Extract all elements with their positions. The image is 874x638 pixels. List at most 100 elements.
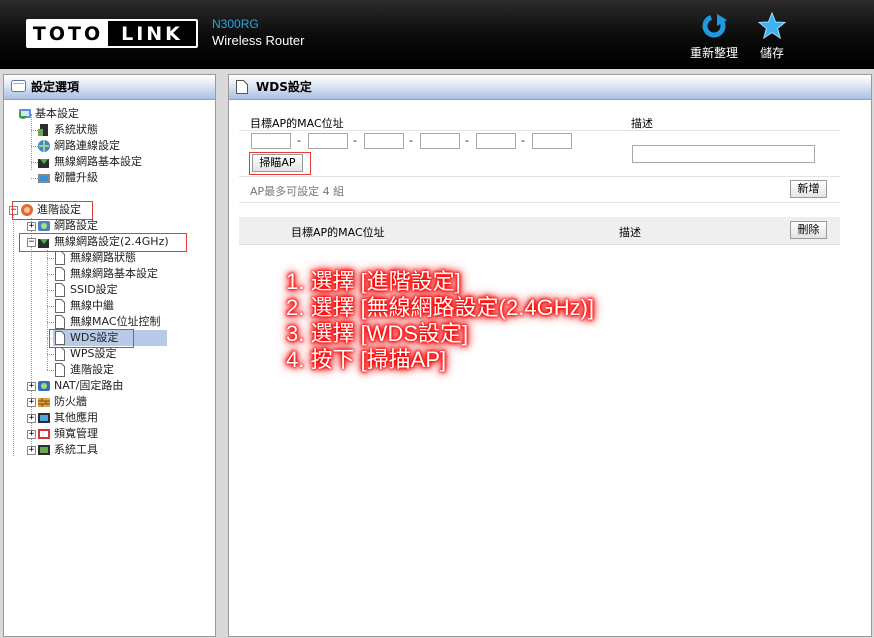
refresh-button[interactable]: 重新整理 — [684, 12, 744, 61]
page-icon — [55, 347, 65, 361]
tree-label: SSID設定 — [70, 283, 118, 296]
tree-label: NAT/固定路由 — [54, 379, 124, 392]
highlight-box-scan — [249, 152, 311, 175]
mac-octet-6[interactable] — [532, 133, 572, 149]
divider — [239, 130, 840, 131]
menu-title-text: 設定選項 — [31, 80, 80, 94]
page-icon — [55, 283, 65, 297]
wds-list-header: 目標AP的MAC位址 描述 刪除 — [239, 217, 840, 245]
tree-item-basic-settings[interactable]: 基本設定 — [18, 106, 79, 122]
menu-panel-title: 設定選項 — [4, 75, 215, 100]
expand-toggle[interactable]: + — [27, 446, 36, 455]
tree-item-internet-setup[interactable]: 網路連線設定 — [37, 138, 120, 154]
tree-label: 頻寬管理 — [54, 427, 98, 440]
mac-octet-5[interactable] — [476, 133, 516, 149]
tree-label: 基本設定 — [35, 107, 79, 120]
page-icon — [55, 251, 65, 265]
panel-title-icon — [11, 80, 26, 92]
tree-item-wps-setup[interactable]: WPS設定 — [53, 346, 117, 362]
tree-item-nat-routing[interactable]: NAT/固定路由 — [37, 378, 123, 394]
network-icon — [38, 221, 50, 231]
wds-title-text: WDS設定 — [256, 80, 312, 94]
description-label: 描述 — [631, 117, 653, 130]
nat-icon — [38, 381, 50, 391]
instruction-step-2: 2. 選擇 [無線網路設定(2.4GHz)] — [286, 295, 595, 320]
brand-logo: TOTO LINK — [26, 19, 198, 48]
mac-octet-3[interactable] — [364, 133, 404, 149]
tree-label: 無線中繼 — [70, 299, 114, 312]
wds-settings-panel: WDS設定 目標AP的MAC位址 描述 - - - - - 掃瞄AP AP最多可… — [228, 74, 872, 637]
instruction-annotation: 1. 選擇 [進階設定] 2. 選擇 [無線網路設定(2.4GHz)] 3. 選… — [286, 269, 594, 373]
tree-item-wireless-basic[interactable]: 無線網路基本設定 — [37, 154, 142, 170]
refresh-icon — [702, 14, 727, 38]
wds-panel-title: WDS設定 — [229, 75, 871, 100]
tree-item-system-tools[interactable]: 系統工具 — [37, 442, 98, 458]
tree-label: 無線網路基本設定 — [70, 267, 158, 280]
model-name: N300RG — [212, 17, 259, 31]
list-description-header: 描述 — [619, 226, 641, 239]
tree-label: 進階設定 — [70, 363, 114, 376]
expand-toggle[interactable]: + — [27, 222, 36, 231]
page-icon — [55, 267, 65, 281]
globe-icon — [38, 140, 50, 152]
page-icon — [55, 363, 65, 377]
tree-item-mac-control[interactable]: 無線MAC位址控制 — [53, 314, 161, 330]
tree-item-wireless-advanced[interactable]: 進階設定 — [53, 362, 114, 378]
logo-text-right: LINK — [108, 21, 196, 46]
tree-label: 無線MAC位址控制 — [70, 315, 161, 328]
tree-item-repeater[interactable]: 無線中繼 — [53, 298, 114, 314]
tree-item-other-apps[interactable]: 其他應用 — [37, 410, 98, 426]
mac-octet-2[interactable] — [308, 133, 348, 149]
wireless-icon — [38, 159, 49, 168]
settings-menu-panel: 設定選項 基本設定 系統狀態 網路連線設定 無線網路基本設定 韌體升級 − 進階… — [3, 74, 216, 637]
bandwidth-icon — [38, 429, 50, 439]
divider — [239, 202, 840, 203]
instruction-step-3: 3. 選擇 [WDS設定] — [286, 321, 469, 346]
tree-label: 系統狀態 — [54, 123, 98, 136]
top-header: TOTO LINK N300RG Wireless Router 重新整理 儲存 — [0, 0, 874, 69]
tree-label: 系統工具 — [54, 443, 98, 456]
page-icon — [236, 80, 248, 94]
instruction-step-4: 4. 按下 [掃描AP] — [286, 347, 447, 372]
mac-separator: - — [353, 134, 357, 147]
expand-toggle[interactable]: + — [27, 430, 36, 439]
tree-item-ssid-setup[interactable]: SSID設定 — [53, 282, 118, 298]
tree-item-network-settings[interactable]: 網路設定 — [37, 218, 98, 234]
firewall-icon — [38, 398, 50, 407]
tree-item-wireless-basic-setup[interactable]: 無線網路基本設定 — [53, 266, 158, 282]
save-label: 儲存 — [759, 46, 784, 60]
tree-label: 無線網路基本設定 — [54, 155, 142, 168]
ap-limit-note: AP最多可設定 4 組 — [250, 185, 345, 198]
product-name: Wireless Router — [212, 33, 305, 48]
tree-item-firmware-upgrade[interactable]: 韌體升級 — [37, 170, 98, 186]
expand-toggle[interactable]: + — [27, 398, 36, 407]
firmware-icon — [38, 174, 50, 183]
tree-item-bandwidth[interactable]: 頻寬管理 — [37, 426, 98, 442]
add-button[interactable]: 新增 — [790, 180, 827, 198]
tools-icon — [38, 445, 50, 455]
mac-octet-4[interactable] — [420, 133, 460, 149]
save-button[interactable]: 儲存 — [752, 12, 792, 61]
tree-item-system-status[interactable]: 系統狀態 — [37, 122, 98, 138]
mac-octet-1[interactable] — [251, 133, 291, 149]
expand-toggle[interactable]: + — [27, 414, 36, 423]
description-input[interactable] — [632, 145, 815, 163]
tree-label: 無線網路狀態 — [70, 251, 136, 264]
tree-guide — [13, 210, 14, 456]
delete-button[interactable]: 刪除 — [790, 221, 827, 239]
refresh-label: 重新整理 — [689, 46, 738, 60]
expand-toggle[interactable]: + — [27, 382, 36, 391]
tree-item-wireless-status[interactable]: 無線網路狀態 — [53, 250, 136, 266]
tree-guide — [47, 250, 48, 370]
star-icon — [758, 12, 786, 40]
system-status-icon — [38, 124, 48, 136]
tree-item-firewall[interactable]: 防火牆 — [37, 394, 87, 410]
mac-separator: - — [465, 134, 469, 147]
mac-separator: - — [297, 134, 301, 147]
tree-label: 韌體升級 — [54, 171, 98, 184]
apps-icon — [38, 413, 50, 423]
divider — [239, 176, 840, 177]
mac-separator: - — [521, 134, 525, 147]
tree-label: 網路設定 — [54, 219, 98, 232]
mac-separator: - — [409, 134, 413, 147]
